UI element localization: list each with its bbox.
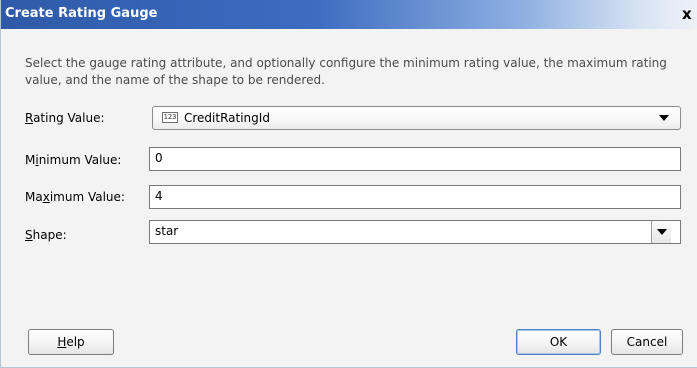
shape-label: Shape:	[25, 228, 67, 242]
help-button[interactable]: Help	[28, 329, 114, 355]
maximum-value-mnemonic: x	[42, 190, 50, 204]
dialog-description: Select the gauge rating attribute, and o…	[25, 56, 667, 87]
create-rating-gauge-dialog: Create Rating Gauge x Select the gauge r…	[0, 0, 697, 368]
maximum-value-label-end: imum Value:	[49, 190, 125, 204]
cancel-button[interactable]: Cancel	[611, 329, 683, 355]
maximum-value-label: Maximum Value:	[25, 190, 125, 204]
numeric-type-icon: 123	[162, 112, 178, 123]
close-icon[interactable]: x	[682, 4, 697, 24]
minimum-value-label: Minimum Value:	[25, 153, 121, 167]
minimum-value-input[interactable]: 0	[149, 147, 681, 171]
maximum-value-label-start: Ma	[25, 190, 43, 204]
shape-label-text: hape:	[32, 228, 67, 242]
shape-combobox[interactable]: star	[149, 220, 681, 244]
chevron-down-icon[interactable]	[659, 115, 669, 121]
maximum-value-input[interactable]: 4	[149, 185, 681, 209]
title-bar[interactable]: Create Rating Gauge x	[1, 0, 697, 29]
rating-value-combobox[interactable]: 123 CreditRatingId	[152, 106, 681, 130]
shape-dropdown-button[interactable]	[651, 221, 671, 243]
shape-mnemonic: S	[25, 228, 33, 242]
help-mnemonic: H	[57, 335, 67, 349]
rating-value-selected: CreditRatingId	[184, 111, 270, 125]
rating-value-mnemonic: R	[25, 111, 34, 125]
dialog-title: Create Rating Gauge	[5, 6, 158, 21]
chevron-down-icon[interactable]	[657, 229, 667, 235]
rating-value-label-text: ating Value:	[33, 111, 105, 125]
help-button-label: elp	[66, 335, 85, 349]
rating-value-label: Rating Value:	[25, 111, 105, 125]
ok-button[interactable]: OK	[516, 329, 601, 355]
minimum-value-label-end: nimum Value:	[38, 153, 122, 167]
minimum-value-label-start: M	[25, 153, 36, 167]
